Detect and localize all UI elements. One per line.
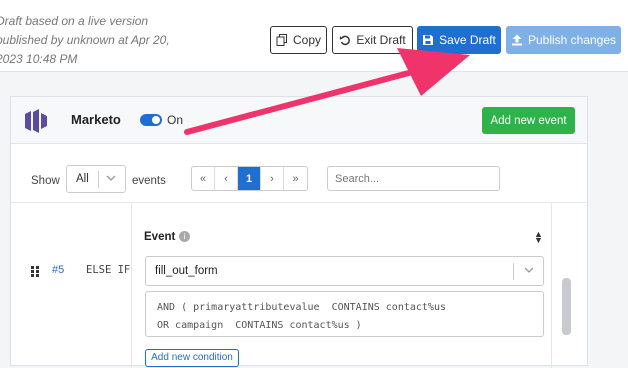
row-number: #5 [52, 264, 65, 276]
info-icon[interactable]: i [179, 231, 190, 242]
sort-icon[interactable]: ▲ ▼ [534, 230, 543, 245]
save-draft-button-label: Save Draft [439, 33, 496, 47]
select-divider [98, 171, 99, 188]
marketo-logo [24, 109, 50, 133]
publish-changes-button[interactable]: Publish changes [506, 26, 621, 54]
column-divider [551, 203, 552, 368]
page-size-value: All [76, 173, 89, 185]
copy-icon [276, 34, 288, 46]
first-page-button[interactable]: « [192, 167, 215, 190]
marketo-panel: Marketo On Add new event Show All events… [10, 96, 588, 368]
event-select[interactable]: fill_out_form [145, 256, 544, 286]
events-table: Event i ▲ ▼ #5 ELSE IF fill_out_form AND … [11, 202, 587, 368]
prev-page-button[interactable]: ‹ [215, 167, 238, 190]
show-label: Show [31, 175, 60, 187]
add-new-event-button[interactable]: Add new event [482, 107, 575, 134]
exit-draft-button[interactable]: Exit Draft [332, 26, 413, 54]
pagination: « ‹ 1 › » [191, 166, 308, 191]
event-column-header[interactable]: Event [144, 231, 175, 243]
event-select-value: fill_out_form [155, 265, 218, 277]
top-bar: Draft based on a live version published … [0, 0, 628, 72]
draft-info-line3: 2023 10:48 PM [0, 52, 78, 66]
condition-line-1: AND ( primaryattributevalue CONTAINS con… [157, 302, 446, 313]
next-page-button[interactable]: › [261, 167, 284, 190]
panel-header: Marketo On Add new event [11, 97, 587, 144]
row-operator: ELSE IF [86, 264, 131, 276]
column-divider [131, 203, 132, 368]
draft-info-line2: published by unknown at Apr 20, [0, 33, 170, 47]
drag-handle-icon[interactable] [31, 266, 41, 278]
draft-info-line1: Draft based on a live version [0, 14, 149, 28]
page-button-1[interactable]: 1 [238, 167, 261, 190]
condition-box[interactable]: AND ( primaryattributevalue CONTAINS con… [145, 291, 544, 337]
vertical-scrollbar[interactable] [562, 278, 571, 335]
floppy-disk-icon [422, 34, 434, 46]
undo-icon [339, 34, 351, 46]
copy-button-label: Copy [292, 33, 321, 47]
panel-title: Marketo [71, 112, 121, 127]
enabled-toggle[interactable] [140, 114, 162, 126]
exit-draft-button-label: Exit Draft [356, 33, 406, 47]
publish-changes-button-label: Publish changes [527, 33, 617, 47]
add-new-condition-button[interactable]: Add new condition [145, 349, 239, 367]
chevron-down-icon [106, 173, 116, 186]
page-size-select[interactable]: All [66, 165, 126, 193]
toggle-label: On [167, 113, 184, 127]
condition-line-2: OR campaign CONTAINS contact%us ) [157, 320, 362, 331]
upload-icon [511, 34, 523, 46]
events-label: events [132, 175, 166, 187]
select-divider [513, 263, 514, 280]
save-draft-button[interactable]: Save Draft [417, 26, 501, 54]
draft-info: Draft based on a live version published … [0, 12, 186, 69]
chevron-down-icon [524, 265, 534, 278]
search-input[interactable] [327, 166, 500, 191]
last-page-button[interactable]: » [284, 167, 307, 190]
copy-button[interactable]: Copy [270, 26, 327, 54]
